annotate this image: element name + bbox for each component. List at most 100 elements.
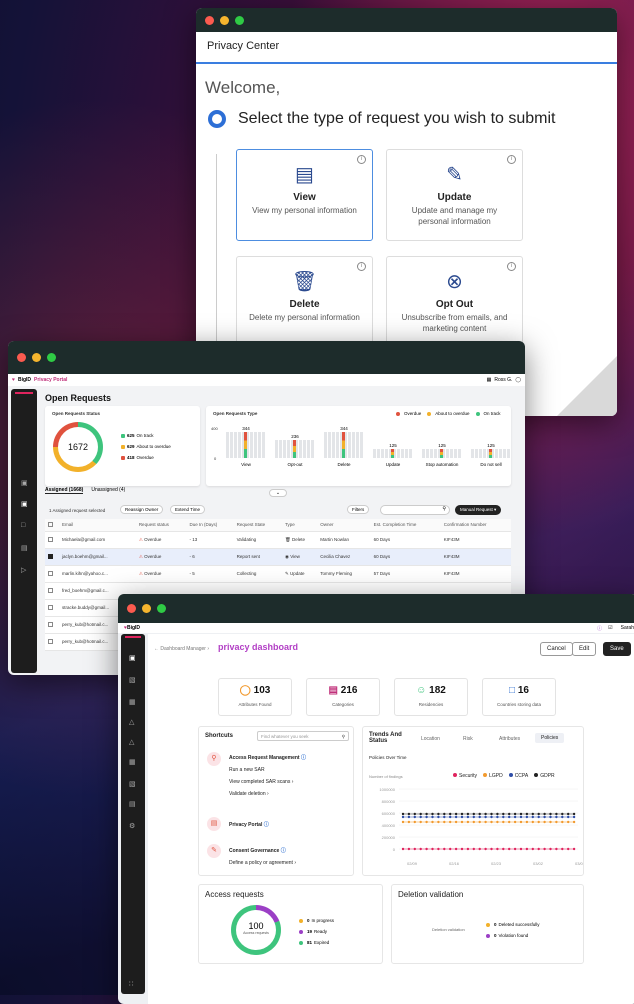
shortcut-privacy-portal[interactable]: Privacy Portal ⓘ <box>229 821 269 828</box>
column-header[interactable]: Type <box>281 519 318 532</box>
close-window-button[interactable] <box>205 15 214 25</box>
column-header[interactable]: Owner <box>317 519 371 532</box>
row-checkbox[interactable] <box>48 553 53 559</box>
document-icon[interactable]: ▤ <box>129 800 136 808</box>
tab-risk[interactable]: Risk <box>463 736 473 742</box>
series-point <box>401 820 405 824</box>
tab-attributes[interactable]: Attributes <box>499 736 520 742</box>
close-window-button[interactable] <box>127 604 136 613</box>
column-header[interactable]: Email <box>59 519 136 532</box>
report-icon[interactable]: ▧ <box>129 780 136 788</box>
request-card-update[interactable]: i ✎ Update Update and manage my personal… <box>386 149 523 241</box>
row-checkbox[interactable] <box>48 604 53 610</box>
tab-policies[interactable]: Policies <box>535 733 565 743</box>
series-point <box>425 812 428 816</box>
help-icon[interactable]: ⓘ <box>597 625 602 632</box>
tasks-icon[interactable]: ☑ <box>608 625 612 631</box>
type-bar-group[interactable]: 125 Stop automation <box>422 422 462 482</box>
request-card-opt-out[interactable]: i ⊗ Opt Out Unsubscribe from emails, and… <box>386 256 523 348</box>
avatar[interactable]: ◯ <box>515 377 521 383</box>
row-checkbox[interactable] <box>48 587 53 593</box>
table-cell: ◉ View <box>281 548 318 566</box>
dashboard-icon[interactable]: ▣ <box>129 654 136 662</box>
series-point <box>519 847 523 851</box>
type-bar-group[interactable]: 236 Opt-out <box>275 422 315 482</box>
back-arrow-icon[interactable]: ← <box>154 646 159 652</box>
tab-unassigned[interactable]: Unassigned (4) <box>91 487 125 494</box>
column-header[interactable]: Confirmation Number <box>440 519 511 532</box>
row-checkbox[interactable] <box>48 536 53 542</box>
settings-icon[interactable]: ⚙ <box>129 822 135 830</box>
network-icon[interactable]: △ <box>129 718 134 726</box>
user-name[interactable]: Ross G. <box>494 377 512 383</box>
column-header[interactable]: Request State <box>233 519 282 532</box>
tab-location[interactable]: Location <box>421 736 440 742</box>
filters-button[interactable]: Filters <box>347 505 370 514</box>
chart-icon[interactable]: ▧ <box>129 676 136 684</box>
shortcut-link[interactable]: View completed SAR scans › <box>229 779 293 785</box>
tab-assigned[interactable]: Assigned (1668) <box>45 487 84 494</box>
cancel-button[interactable]: Cancel <box>540 642 573 656</box>
shortcut-link[interactable]: Define a policy or agreement › <box>229 860 296 866</box>
stat-categories[interactable]: ▤ 216 Categories <box>306 678 380 716</box>
select-all-checkbox[interactable] <box>48 521 53 527</box>
type-bar-group[interactable]: 344 Delete <box>324 422 364 482</box>
info-icon[interactable]: i <box>507 155 516 164</box>
maximize-window-button[interactable] <box>235 15 244 25</box>
minimize-window-button[interactable] <box>220 15 229 25</box>
table-row[interactable]: Michaela@gmail.com ⚠ Overdue - 13 Validatin… <box>45 531 511 549</box>
sidebar-item[interactable]: □ <box>21 522 25 529</box>
shortcut-consent[interactable]: Consent Governance ⓘ <box>229 847 286 854</box>
shortcut-link[interactable]: Run a new SAR <box>229 767 265 773</box>
table-row[interactable]: marlin.kihn@yahoo.c... ⚠ Overdue - 5 Collec… <box>45 565 511 583</box>
search-input[interactable]: ⚲ <box>380 505 450 515</box>
info-icon[interactable]: ⓘ <box>264 822 269 828</box>
collapse-toggle[interactable]: ⌄ <box>269 489 287 497</box>
hierarchy-icon[interactable]: △ <box>129 738 134 746</box>
extend-time-button[interactable]: Extend Time <box>170 505 206 514</box>
type-bar-group[interactable]: 125 Do not sell <box>471 422 511 482</box>
sidebar-item-active[interactable]: ▣ <box>21 500 28 508</box>
series-point <box>513 847 517 851</box>
shortcut-arm[interactable]: Access Request Management ⓘ <box>229 754 306 761</box>
reassign-owner-button[interactable]: Reassign Owner <box>120 505 164 514</box>
row-checkbox[interactable] <box>48 638 53 644</box>
column-header[interactable]: Request status <box>135 519 187 532</box>
apps-icon[interactable]: ∷ <box>129 980 133 988</box>
type-bar-group[interactable]: 344 View <box>226 422 266 482</box>
close-window-button[interactable] <box>17 353 26 362</box>
column-header[interactable]: Due In (Days) <box>186 519 234 532</box>
type-bar-group[interactable]: 125 Update <box>373 422 413 482</box>
stat-residencies[interactable]: ☺ 182 Residencies <box>394 678 468 716</box>
minimize-window-button[interactable] <box>142 604 151 613</box>
request-card-delete[interactable]: i 🗑 Delete Delete my personal informatio… <box>236 256 373 348</box>
sidebar-item[interactable]: ▣ <box>21 479 28 487</box>
row-checkbox[interactable] <box>48 621 53 627</box>
shortcut-search-input[interactable]: Find whatever you seek ⚲ <box>257 731 349 741</box>
breadcrumb[interactable]: ← Dashboard Manager › <box>154 646 209 652</box>
sidebar-item[interactable]: ▤ <box>21 544 28 552</box>
row-checkbox[interactable] <box>48 570 53 576</box>
maximize-window-button[interactable] <box>157 604 166 613</box>
table-row[interactable]: jaclyn.boehm@gmail... ⚠ Overdue - 6 Report … <box>45 548 511 566</box>
sidebar-item[interactable]: ▷ <box>21 566 26 574</box>
minimize-window-button[interactable] <box>32 353 41 362</box>
shortcut-link[interactable]: Validate deletion › <box>229 791 269 797</box>
info-icon[interactable]: i <box>357 155 366 164</box>
stat-attributes[interactable]: ◯ 103 Attributes Found <box>218 678 292 716</box>
stat-countries[interactable]: □ 16 Countries storing data <box>482 678 556 716</box>
manual-request-button[interactable]: Manual Request ▾ <box>455 505 502 515</box>
user-name[interactable]: Sarah <box>621 625 634 631</box>
save-button[interactable]: Save <box>603 642 631 656</box>
info-icon[interactable]: i <box>357 262 366 271</box>
edit-button[interactable]: Edit <box>572 642 597 656</box>
grid-icon[interactable]: ▦ <box>487 377 492 383</box>
info-icon[interactable]: ⓘ <box>301 755 306 761</box>
request-card-view[interactable]: i ▤ View View my personal information <box>236 149 373 241</box>
column-header[interactable]: Est. Completion Time <box>370 519 441 532</box>
info-icon[interactable]: i <box>507 262 516 271</box>
info-icon[interactable]: ⓘ <box>281 848 286 854</box>
folder-icon[interactable]: ▦ <box>129 698 136 706</box>
maximize-window-button[interactable] <box>47 353 56 362</box>
calendar-icon[interactable]: ▦ <box>129 758 136 766</box>
